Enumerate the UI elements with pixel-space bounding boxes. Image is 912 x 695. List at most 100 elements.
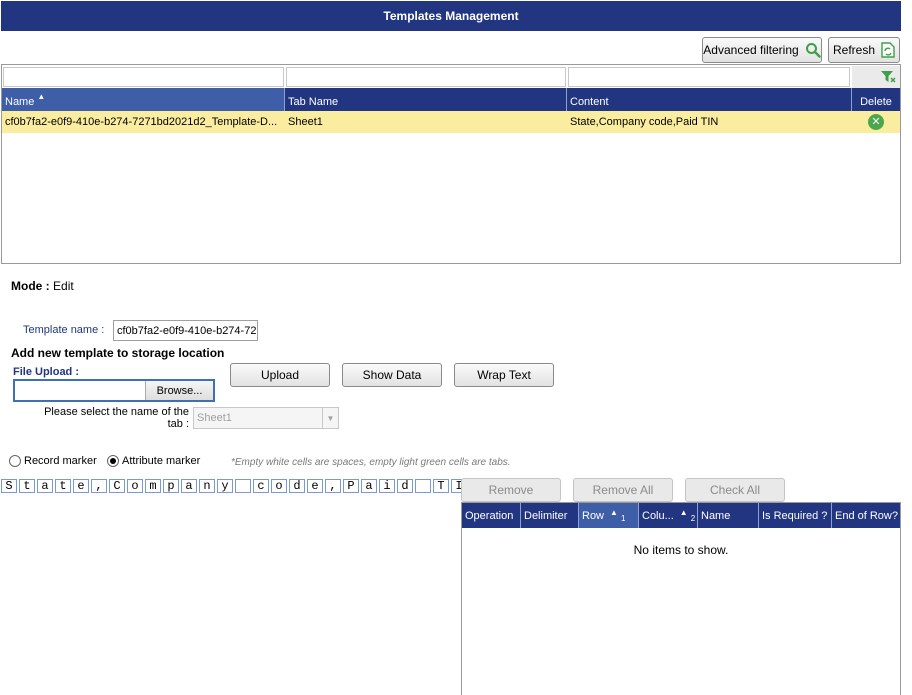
preview-char-cell[interactable]: e — [307, 479, 323, 493]
markers-grid: Operation Delimiter Row ▲ 1 Colu... ▲ 2 … — [461, 502, 901, 695]
show-data-button[interactable]: Show Data — [342, 363, 442, 387]
page-title-text: Templates Management — [383, 9, 519, 23]
refresh-icon — [881, 42, 895, 58]
sort-ascending-icon: ▲ — [679, 508, 688, 517]
preview-char-cell[interactable]: d — [397, 479, 413, 493]
advanced-filtering-button[interactable]: Advanced filtering — [702, 37, 822, 63]
column-header-row-label: Row — [582, 509, 605, 522]
preview-char-cell[interactable]: C — [109, 479, 125, 493]
sort-ascending-icon: ▲ — [610, 508, 618, 517]
filter-row — [2, 65, 900, 88]
tab-select[interactable]: Sheet1 ▼ — [193, 407, 339, 429]
preview-char-cell[interactable]: o — [127, 479, 143, 493]
column-header-operation[interactable]: Operation — [462, 503, 521, 528]
column-header-column-label: Colu... — [642, 509, 674, 522]
tab-name-filter-input[interactable] — [286, 67, 566, 87]
delete-icon[interactable]: ✕ — [868, 114, 884, 130]
search-icon — [805, 43, 821, 58]
column-header-delete-label: Delete — [860, 96, 892, 108]
column-header-delete[interactable]: Delete — [852, 88, 900, 111]
file-upload-field[interactable]: Browse... — [13, 379, 215, 402]
add-template-heading: Add new template to storage location — [11, 346, 225, 360]
empty-message: No items to show. — [633, 543, 729, 557]
preview-char-cell[interactable]: i — [379, 479, 395, 493]
column-header-end-of-row[interactable]: End of Row? — [832, 503, 900, 528]
templates-grid-header: Name ▲ Tab Name Content Delete — [2, 88, 900, 111]
upload-button[interactable]: Upload — [230, 363, 330, 387]
remove-button[interactable]: Remove — [461, 478, 561, 502]
column-header-is-required[interactable]: Is Required ? — [759, 503, 832, 528]
column-header-content[interactable]: Content — [567, 88, 852, 111]
column-header-name-label: Name — [701, 509, 731, 522]
record-marker-radio[interactable] — [9, 455, 21, 467]
row-delete-cell: ✕ — [852, 111, 900, 133]
chevron-down-icon: ▼ — [322, 408, 338, 428]
preview-char-cell[interactable]: a — [37, 479, 53, 493]
record-marker-option[interactable]: Record marker — [9, 455, 97, 467]
browse-button[interactable]: Browse... — [146, 381, 213, 400]
column-header-delimiter[interactable]: Delimiter — [521, 503, 579, 528]
row-content-cell: State,Company code,Paid TIN — [570, 116, 719, 128]
preview-char-cell[interactable]: n — [199, 479, 215, 493]
marker-hint: *Empty white cells are spaces, empty lig… — [231, 457, 511, 468]
column-header-tab-name[interactable]: Tab Name — [285, 88, 567, 111]
preview-char-cell[interactable]: y — [217, 479, 233, 493]
preview-char-cell[interactable]: m — [145, 479, 161, 493]
row-tab-name-cell: Sheet1 — [288, 116, 323, 128]
preview-char-cell[interactable]: p — [163, 479, 179, 493]
name-filter-input[interactable] — [3, 67, 284, 87]
mode-label: Mode : — [11, 279, 50, 293]
preview-char-cell[interactable]: o — [271, 479, 287, 493]
tab-select-label: Please select the name of the tab : — [44, 406, 189, 430]
templates-grid: Name ▲ Tab Name Content Delete cf0b7fa2-… — [1, 64, 901, 264]
clear-filter-icon[interactable] — [852, 66, 900, 88]
column-header-tab-name-label: Tab Name — [288, 96, 339, 108]
refresh-button[interactable]: Refresh — [828, 37, 900, 63]
page-title: Templates Management — [1, 1, 901, 31]
column-header-name[interactable]: Name — [698, 503, 759, 528]
attribute-marker-radio[interactable] — [107, 455, 119, 467]
preview-char-cell[interactable]: a — [361, 479, 377, 493]
advanced-filtering-label: Advanced filtering — [703, 43, 799, 57]
column-header-delimiter-label: Delimiter — [524, 509, 568, 522]
preview-char-cell[interactable]: a — [181, 479, 197, 493]
column-header-row[interactable]: Row ▲ 1 — [579, 503, 639, 528]
preview-char-cell[interactable]: c — [253, 479, 269, 493]
refresh-label: Refresh — [832, 43, 876, 57]
attribute-marker-label: Attribute marker — [122, 455, 201, 467]
tab-select-value: Sheet1 — [197, 412, 232, 424]
column-header-end-of-row-label: End of Row? — [835, 509, 898, 522]
wrap-text-button[interactable]: Wrap Text — [454, 363, 554, 387]
template-name-input[interactable]: cf0b7fa2-e0f9-410e-b274-7271bd2021d2 — [113, 320, 258, 341]
row-name-cell: cf0b7fa2-e0f9-410e-b274-7271bd2021d2_Tem… — [5, 116, 278, 128]
check-all-button[interactable]: Check All — [685, 478, 785, 502]
preview-char-cell[interactable]: t — [19, 479, 35, 493]
mode-value: Edit — [53, 279, 74, 293]
column-header-name[interactable]: Name ▲ — [2, 88, 285, 111]
file-path-input[interactable] — [15, 381, 146, 400]
row-sort-index: 1 — [620, 514, 626, 523]
column-sort-index: 2 — [690, 514, 696, 523]
column-header-content-label: Content — [570, 96, 609, 108]
preview-char-cell[interactable]: , — [91, 479, 107, 493]
remove-all-button[interactable]: Remove All — [573, 478, 673, 502]
preview-char-cell[interactable]: d — [289, 479, 305, 493]
preview-char-cell[interactable]: P — [343, 479, 359, 493]
column-header-name-label: Name — [5, 96, 35, 108]
column-header-column[interactable]: Colu... ▲ 2 — [639, 503, 698, 528]
table-row[interactable]: cf0b7fa2-e0f9-410e-b274-7271bd2021d2_Tem… — [2, 111, 900, 133]
preview-char-cell[interactable]: t — [55, 479, 71, 493]
preview-char-cell[interactable] — [415, 479, 431, 493]
preview-char-cell[interactable]: , — [325, 479, 341, 493]
preview-char-cell[interactable]: S — [1, 479, 17, 493]
content-filter-input[interactable] — [568, 67, 850, 87]
preview-char-cell[interactable]: T — [433, 479, 449, 493]
record-marker-label: Record marker — [24, 455, 97, 467]
preview-char-cell[interactable]: e — [73, 479, 89, 493]
attribute-marker-option[interactable]: Attribute marker — [107, 455, 200, 467]
sort-ascending-icon: ▲ — [37, 92, 46, 101]
preview-char-cell[interactable] — [235, 479, 251, 493]
template-name-label: Template name : — [23, 324, 105, 336]
file-upload-label: File Upload : — [13, 366, 79, 378]
column-header-operation-label: Operation — [465, 509, 514, 522]
